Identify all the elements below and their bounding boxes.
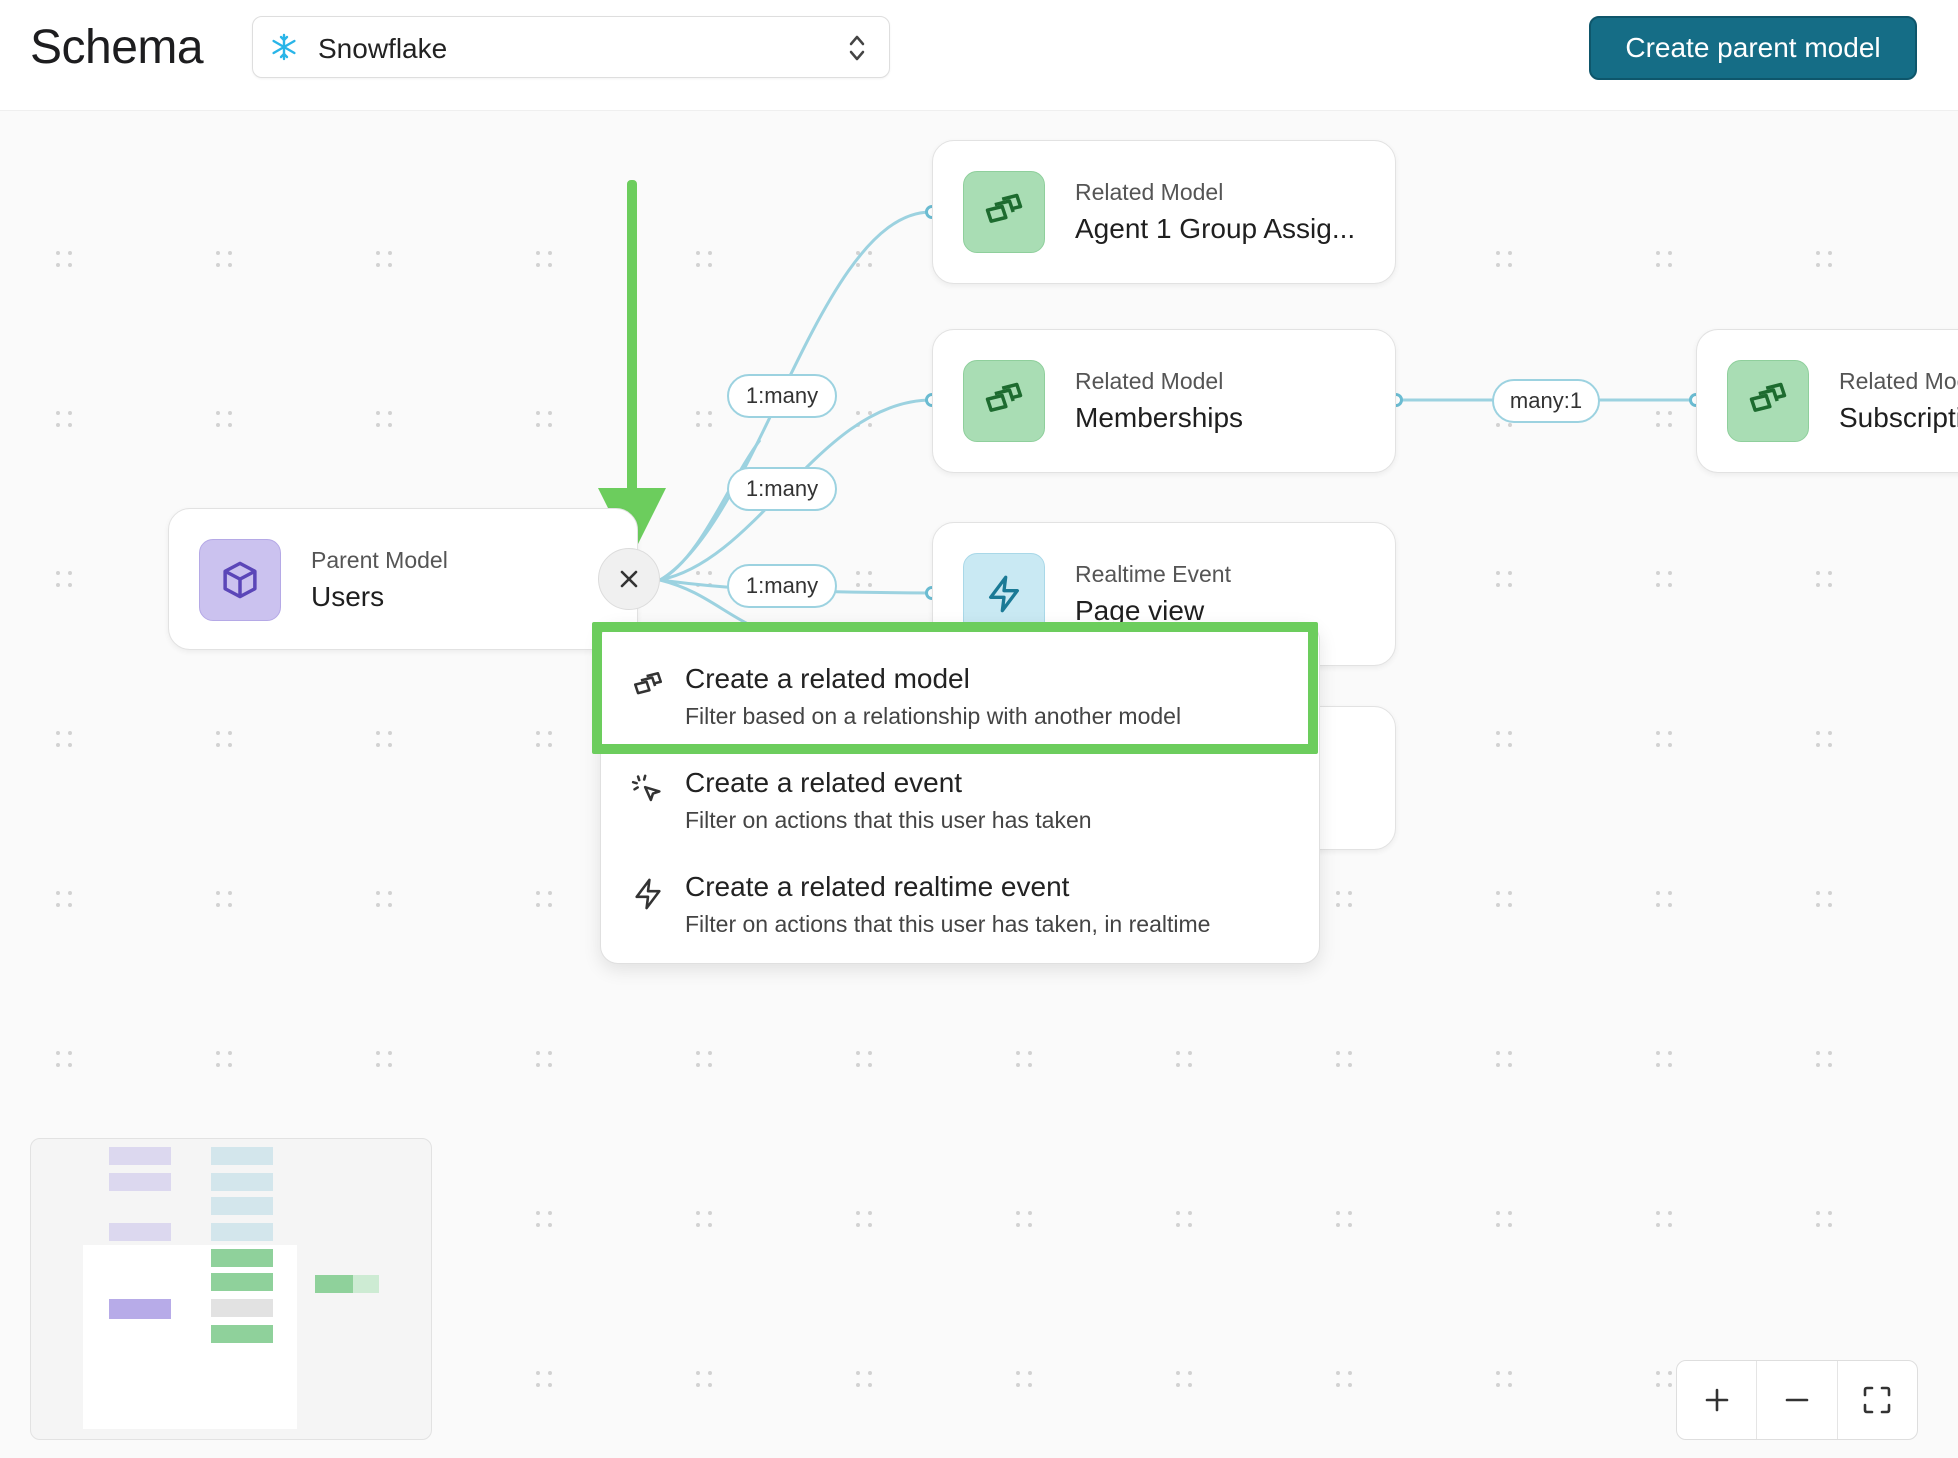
node-name: Memberships xyxy=(1075,402,1244,433)
fit-view-icon xyxy=(1864,1386,1891,1414)
close-icon xyxy=(620,570,638,588)
node-name: Agent 1 Group Assig... xyxy=(1075,213,1356,244)
cube-icon xyxy=(223,561,257,599)
menu-item-description: Filter on actions that this user has tak… xyxy=(685,911,1211,937)
node-name: Users xyxy=(311,581,385,612)
annotation-highlight-box xyxy=(592,622,1318,754)
related-model-node-subscriptions[interactable]: Related Moc Subscriptio xyxy=(1696,329,1958,473)
cursor-click-icon xyxy=(631,774,661,802)
node-kind: Related Moc xyxy=(1839,368,1958,394)
parent-model-node-users[interactable]: Parent Model Users xyxy=(168,508,638,650)
menu-item-create-related-event[interactable]: Create a related event Filter on actions… xyxy=(601,759,1321,859)
relation-label: 1:many xyxy=(727,374,837,418)
node-kind: Related Model xyxy=(1075,368,1224,394)
relation-label: 1:many xyxy=(727,467,837,511)
relation-label: 1:many xyxy=(727,564,837,608)
menu-item-title: Create a related event xyxy=(685,767,963,798)
related-model-node-agent[interactable]: Related Model Agent 1 Group Assig... xyxy=(932,140,1396,284)
related-model-badge xyxy=(963,360,1045,442)
models-icon xyxy=(985,193,1023,223)
chevron-up-down-icon xyxy=(849,35,865,61)
fit-view-button[interactable] xyxy=(1838,1361,1917,1439)
minimap[interactable] xyxy=(30,1138,432,1440)
plus-icon xyxy=(1705,1388,1728,1412)
top-bar: Schema Snowflake Create parent model xyxy=(0,0,1958,111)
zoom-in-button[interactable] xyxy=(1677,1361,1758,1439)
menu-item-create-related-realtime-event[interactable]: Create a related realtime event Filter o… xyxy=(601,863,1321,963)
related-model-badge xyxy=(1727,360,1809,442)
menu-item-title: Create a related realtime event xyxy=(685,871,1070,902)
parent-model-badge xyxy=(199,539,281,621)
node-kind: Related Model xyxy=(1075,179,1224,205)
page-title: Schema xyxy=(30,21,204,74)
bolt-icon xyxy=(635,878,661,910)
node-kind: Parent Model xyxy=(311,547,448,573)
zoom-controls xyxy=(1676,1360,1918,1440)
zoom-out-button[interactable] xyxy=(1757,1361,1838,1439)
relation-label: many:1 xyxy=(1492,379,1600,423)
close-add-menu-button[interactable] xyxy=(598,548,660,610)
node-kind: Realtime Event xyxy=(1075,561,1231,587)
models-icon xyxy=(985,382,1023,412)
related-model-node-memberships[interactable]: Related Model Memberships xyxy=(932,329,1396,473)
node-name: Subscriptio xyxy=(1839,402,1958,433)
source-select[interactable]: Snowflake xyxy=(252,16,890,78)
related-model-badge xyxy=(963,171,1045,253)
create-parent-model-button[interactable]: Create parent model xyxy=(1589,16,1917,80)
minus-icon xyxy=(1785,1398,1809,1402)
models-icon xyxy=(1749,382,1787,412)
snowflake-icon xyxy=(272,33,296,61)
bolt-icon xyxy=(989,575,1019,613)
menu-item-description: Filter on actions that this user has tak… xyxy=(685,807,1092,833)
minimap-preview xyxy=(83,1147,379,1429)
source-select-label: Snowflake xyxy=(318,33,448,64)
